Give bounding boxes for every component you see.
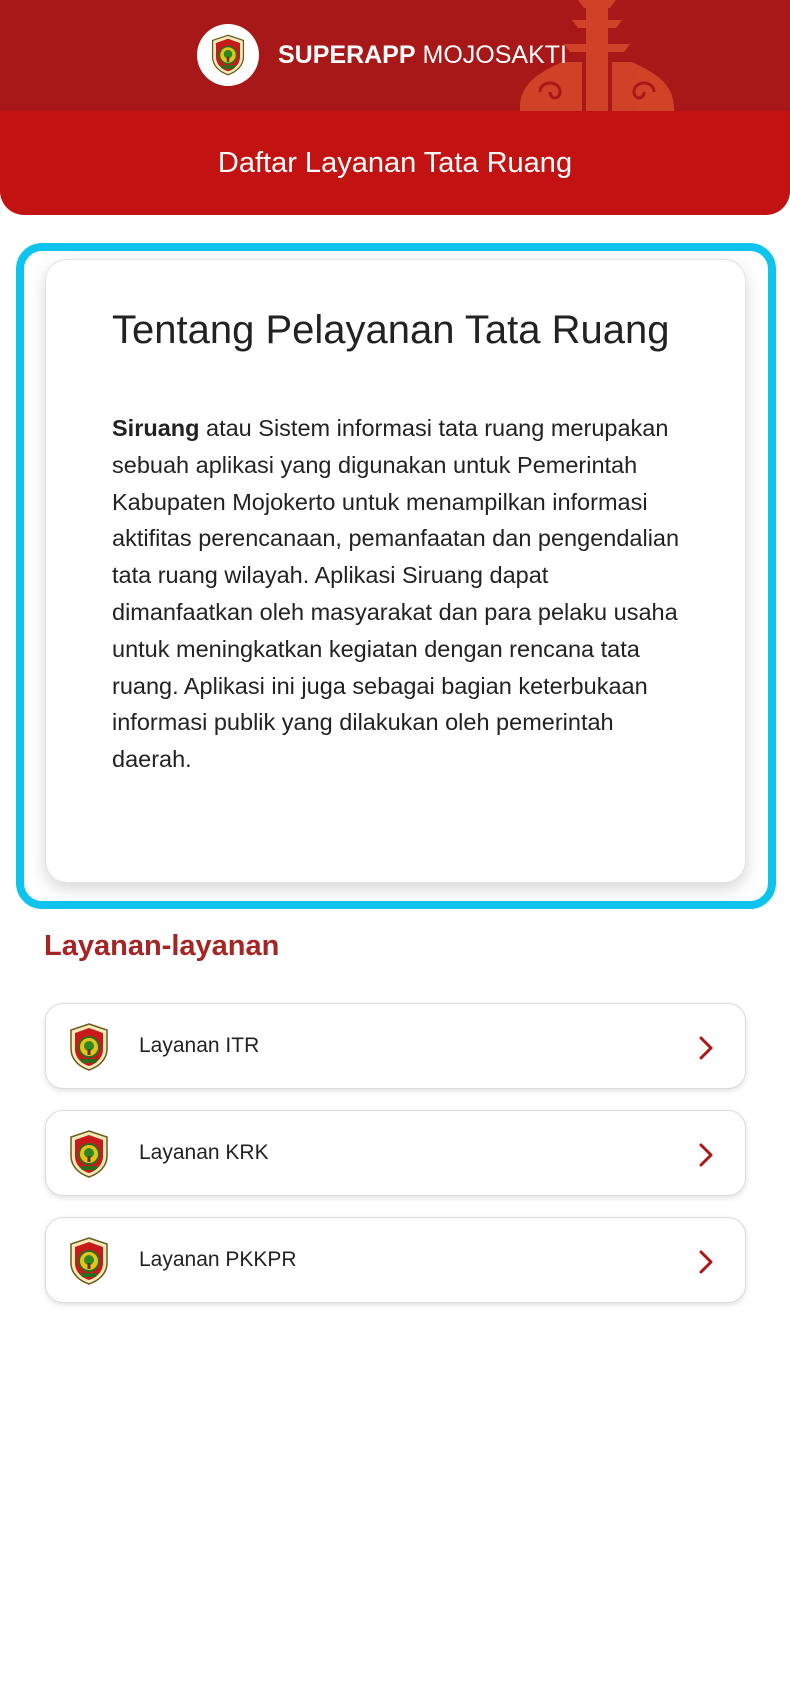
- page-title: Daftar Layanan Tata Ruang: [217, 146, 573, 179]
- service-item-itr[interactable]: Layanan ITR: [45, 1003, 746, 1089]
- app-name-bold: SUPERAPP: [278, 40, 416, 69]
- chevron-right-icon: [699, 1250, 713, 1274]
- service-item-label: Layanan PKKPR: [139, 1248, 297, 1271]
- app-name: SUPERAPP MOJOSAKTI: [278, 41, 567, 70]
- about-text: atau Sistem informasi tata ruang merupak…: [112, 415, 680, 773]
- page-title-bar: Daftar Layanan Tata Ruang: [0, 111, 790, 215]
- service-item-label: Layanan ITR: [139, 1034, 260, 1057]
- kabupaten-mojokerto-crest-icon: [68, 1237, 110, 1285]
- app-name-regular: MOJOSAKTI: [422, 40, 567, 69]
- kabupaten-mojokerto-crest-icon: [210, 34, 246, 76]
- kabupaten-mojokerto-crest-icon: [68, 1130, 110, 1178]
- about-title: Tentang Pelayanan Tata Ruang: [112, 308, 670, 352]
- kabupaten-mojokerto-crest-icon: [68, 1023, 110, 1071]
- services-section-title: Layanan-layanan: [44, 930, 280, 962]
- about-card: Tentang Pelayanan Tata Ruang Siruang ata…: [45, 259, 746, 883]
- about-app-name: Siruang: [112, 415, 200, 441]
- service-item-label: Layanan KRK: [139, 1141, 269, 1164]
- brand: SUPERAPP MOJOSAKTI: [197, 24, 567, 86]
- app-logo: [197, 24, 259, 86]
- chevron-right-icon: [699, 1036, 713, 1060]
- service-item-krk[interactable]: Layanan KRK: [45, 1110, 746, 1196]
- app-header: SUPERAPP MOJOSAKTI: [0, 0, 790, 111]
- chevron-right-icon: [699, 1143, 713, 1167]
- service-item-pkkpr[interactable]: Layanan PKKPR: [45, 1217, 746, 1303]
- about-description: Siruang atau Sistem informasi tata ruang…: [112, 410, 685, 778]
